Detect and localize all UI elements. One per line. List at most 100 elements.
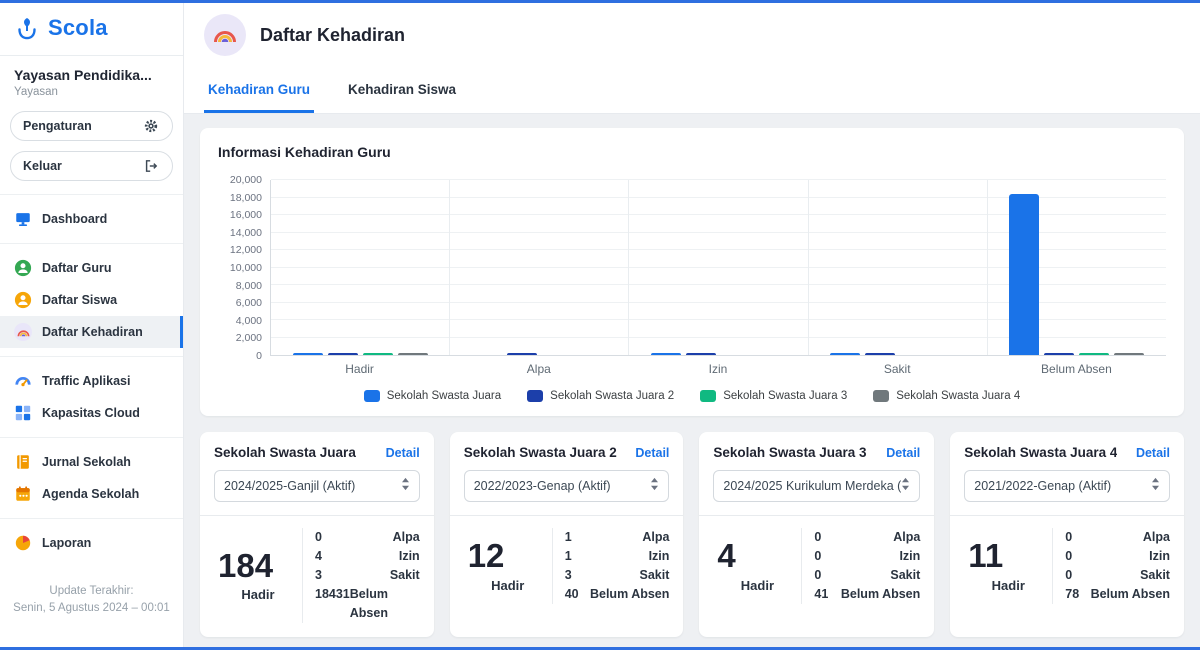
bar-chart: 02,0004,0006,0008,00010,00012,00014,0001… [218, 180, 1166, 356]
window-edge-top [0, 0, 1200, 3]
y-tick-label: 0 [256, 350, 262, 362]
sidebar: Scola Yayasan Pendidika... Yayasan Penga… [0, 0, 184, 650]
bar-group [628, 180, 807, 355]
sidebar-item-jurnal-sekolah[interactable]: Jurnal Sekolah [0, 446, 183, 478]
divider [0, 243, 183, 244]
y-tick-label: 10,000 [230, 262, 262, 274]
stat-row: 1Alpa [565, 528, 670, 547]
stat-row: 0Sakit [1065, 566, 1170, 585]
content: Informasi Kehadiran Guru 02,0004,0006,00… [184, 114, 1200, 650]
tab-kehadiran-guru[interactable]: Kehadiran Guru [204, 70, 314, 113]
divider [0, 437, 183, 438]
sidebar-item-label: Traffic Aplikasi [42, 374, 130, 388]
chart-bar [363, 353, 393, 355]
rainbow-icon [14, 323, 32, 341]
y-tick-label: 8,000 [236, 280, 262, 292]
hadir-count: 184 [218, 549, 273, 584]
sidebar-item-label: Kapasitas Cloud [42, 406, 140, 420]
legend-item[interactable]: Sekolah Swasta Juara 3 [700, 390, 847, 402]
divider [0, 194, 183, 195]
stat-row: 78Belum Absen [1065, 585, 1170, 604]
school-card-2: Sekolah Swasta Juara 2 Detail 2022/2023-… [450, 432, 684, 637]
legend-swatch [527, 390, 543, 402]
gauge-icon [14, 372, 32, 390]
sidebar-item-agenda-sekolah[interactable]: Agenda Sekolah [0, 478, 183, 510]
x-tick-label: Sakit [808, 362, 987, 376]
stat-row: 41Belum Absen [814, 585, 920, 604]
sidebar-item-daftar-guru[interactable]: Daftar Guru [0, 252, 183, 284]
school-cards-row: Sekolah Swasta Juara Detail 2024/2025-Ga… [200, 432, 1184, 637]
sidebar-item-label: Daftar Kehadiran [42, 325, 143, 339]
tab-bar: Kehadiran Guru Kehadiran Siswa [184, 70, 1200, 114]
hadir-count: 11 [968, 539, 1003, 574]
chart-bar [651, 353, 681, 355]
chart-bar [1009, 194, 1039, 355]
legend-swatch [364, 390, 380, 402]
detail-link[interactable]: Detail [886, 446, 920, 460]
stat-row: 0Izin [814, 547, 920, 566]
school-card-3: Sekolah Swasta Juara 3 Detail 2024/2025 … [699, 432, 934, 637]
sidebar-item-dashboard[interactable]: Dashboard [0, 203, 183, 235]
legend-item[interactable]: Sekolah Swasta Juara 2 [527, 390, 674, 402]
x-tick-label: Belum Absen [987, 362, 1166, 376]
school-card-1: Sekolah Swasta Juara Detail 2024/2025-Ga… [200, 432, 434, 637]
sidebar-item-laporan[interactable]: Laporan [0, 527, 183, 559]
chart-legend: Sekolah Swasta Juara Sekolah Swasta Juar… [218, 390, 1166, 402]
legend-swatch [873, 390, 889, 402]
logout-button[interactable]: Keluar [10, 151, 173, 181]
chart-bar [1044, 353, 1074, 355]
select-arrows-icon [1151, 477, 1160, 496]
chart-title: Informasi Kehadiran Guru [218, 144, 1166, 160]
chart-bar [686, 353, 716, 355]
y-tick-label: 12,000 [230, 244, 262, 256]
settings-button-label: Pengaturan [23, 119, 92, 133]
book-icon [14, 453, 32, 471]
legend-item[interactable]: Sekolah Swasta Juara 4 [873, 390, 1020, 402]
school-card-4: Sekolah Swasta Juara 4 Detail 2021/2022-… [950, 432, 1184, 637]
period-select[interactable]: 2022/2023-Genap (Aktif) [464, 470, 670, 502]
sidebar-item-kapasitas-cloud[interactable]: Kapasitas Cloud [0, 397, 183, 429]
y-tick-label: 20,000 [230, 174, 262, 186]
chart-bar [293, 353, 323, 355]
chart-x-labels: HadirAlpaIzinSakitBelum Absen [270, 362, 1166, 376]
sidebar-item-label: Jurnal Sekolah [42, 455, 131, 469]
student-icon [14, 291, 32, 309]
divider [0, 356, 183, 357]
tab-kehadiran-siswa[interactable]: Kehadiran Siswa [344, 70, 460, 113]
detail-link[interactable]: Detail [635, 446, 669, 460]
settings-button[interactable]: Pengaturan [10, 111, 173, 141]
org-type: Yayasan [14, 86, 169, 98]
select-arrows-icon [650, 477, 659, 496]
stat-row: 0Izin [1065, 547, 1170, 566]
sidebar-item-daftar-siswa[interactable]: Daftar Siswa [0, 284, 183, 316]
period-select[interactable]: 2021/2022-Genap (Aktif) [964, 470, 1170, 502]
chart-plot [270, 180, 1166, 356]
page-header: Daftar Kehadiran [184, 0, 1200, 70]
legend-item[interactable]: Sekolah Swasta Juara [364, 390, 501, 402]
hadir-label: Hadir [741, 578, 774, 593]
period-select[interactable]: 2024/2025 Kurikulum Merdeka ( [713, 470, 920, 502]
y-tick-label: 2,000 [236, 332, 262, 344]
brand-header: Scola [0, 0, 183, 56]
hadir-count: 4 [717, 539, 735, 574]
sidebar-item-daftar-kehadiran[interactable]: Daftar Kehadiran [0, 316, 183, 348]
logout-icon [142, 157, 160, 175]
last-update-label: Update Terakhir: [10, 583, 173, 600]
page-avatar [204, 14, 246, 56]
stat-row: 18431Belum Absen [315, 585, 420, 623]
brand-name: Scola [48, 15, 108, 41]
detail-link[interactable]: Detail [386, 446, 420, 460]
y-tick-label: 6,000 [236, 297, 262, 309]
stat-row: 0Alpa [315, 528, 420, 547]
sidebar-item-traffic-aplikasi[interactable]: Traffic Aplikasi [0, 365, 183, 397]
pie-chart-icon [14, 534, 32, 552]
period-select[interactable]: 2024/2025-Ganjil (Aktif) [214, 470, 420, 502]
school-name: Sekolah Swasta Juara 2 [464, 445, 617, 460]
chart-bar [1079, 353, 1109, 355]
stat-row: 3Sakit [315, 566, 420, 585]
dashboard-icon [14, 210, 32, 228]
bar-group [271, 180, 449, 355]
detail-link[interactable]: Detail [1136, 446, 1170, 460]
hadir-label: Hadir [992, 578, 1025, 593]
page-title: Daftar Kehadiran [260, 25, 405, 46]
